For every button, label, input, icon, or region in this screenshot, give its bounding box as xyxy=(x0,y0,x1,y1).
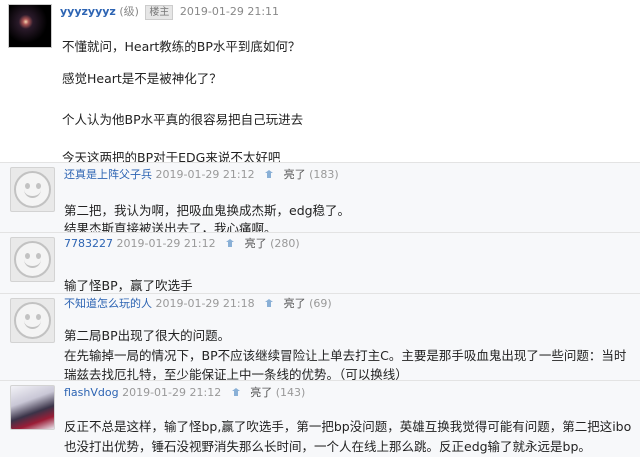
op-badge: 楼主 xyxy=(145,5,174,20)
avatar[interactable] xyxy=(10,298,55,343)
avatar[interactable] xyxy=(10,237,55,282)
reply-meta: 不知道怎么玩的人 2019-01-29 21:18 亮了 (69) xyxy=(64,295,332,311)
post-line: 不懂就问，Heart教练的BP水平到底如何？ xyxy=(62,39,301,54)
light-icon[interactable] xyxy=(225,238,235,248)
light-button[interactable]: 亮了 xyxy=(284,168,306,181)
post-timestamp: 2019-01-29 21:11 xyxy=(179,5,280,18)
reply-username[interactable]: flashVdog xyxy=(64,386,119,399)
reply-timestamp: 2019-01-29 21:12 xyxy=(122,386,222,399)
reply-timestamp: 2019-01-29 21:12 xyxy=(155,168,255,181)
avatar[interactable] xyxy=(10,167,55,212)
default-avatar-icon xyxy=(14,171,51,208)
default-avatar-icon xyxy=(14,241,51,278)
reply-line: 第二把，我认为啊，把吸血鬼换成杰斯，edg稳了。 xyxy=(64,203,351,218)
reply-timestamp: 2019-01-29 21:12 xyxy=(116,237,216,250)
light-button[interactable]: 亮了 xyxy=(284,297,306,310)
reply-line: 也没打出优势，锤石没视野消失那么长时间，一个人在线上那么跳。反正edg输了就永远… xyxy=(64,439,591,454)
post-meta: yyyzyyyz (级) 楼主 2019-01-29 21:11 xyxy=(60,3,279,20)
reply-item: flashVdog 2019-01-29 21:12 亮了 (143) 反正不总… xyxy=(0,381,640,457)
reply-item: 还真是上阵父子兵 2019-01-29 21:12 亮了 (183) 第二把，我… xyxy=(0,163,640,236)
avatar[interactable] xyxy=(8,4,52,48)
reply-meta: flashVdog 2019-01-29 21:12 亮了 (143) xyxy=(64,384,305,400)
reply-line: 在先输掉一局的情况下，BP不应该继续冒险让上单去打主C。主要是那手吸血鬼出现了一… xyxy=(64,348,627,363)
reply-meta: 还真是上阵父子兵 2019-01-29 21:12 亮了 (183) xyxy=(64,166,339,182)
light-count: (183) xyxy=(309,168,339,181)
reply-username[interactable]: 7783227 xyxy=(64,237,113,250)
reply-timestamp: 2019-01-29 21:18 xyxy=(155,297,255,310)
reply-username[interactable]: 还真是上阵父子兵 xyxy=(64,168,152,181)
default-avatar-icon xyxy=(14,302,51,339)
light-count: (69) xyxy=(309,297,332,310)
reply-username[interactable]: 不知道怎么玩的人 xyxy=(64,297,152,310)
light-icon[interactable] xyxy=(264,298,274,308)
light-count: (280) xyxy=(270,237,300,250)
reply-item: 7783227 2019-01-29 21:12 亮了 (280) 输了怪BP，… xyxy=(0,233,640,294)
light-icon[interactable] xyxy=(231,387,241,397)
post-line: 感觉Heart是不是被神化了？ xyxy=(62,71,222,86)
user-level: (级) xyxy=(119,5,139,18)
light-button[interactable]: 亮了 xyxy=(250,386,272,399)
light-count: (143) xyxy=(275,386,306,399)
reply-meta: 7783227 2019-01-29 21:12 亮了 (280) xyxy=(64,235,300,251)
avatar[interactable] xyxy=(10,385,55,430)
post-username[interactable]: yyyzyyyz xyxy=(60,5,116,18)
reply-item: 不知道怎么玩的人 2019-01-29 21:18 亮了 (69) 第二局BP出… xyxy=(0,294,640,382)
original-post: yyyzyyyz (级) 楼主 2019-01-29 21:11 不懂就问，He… xyxy=(0,0,640,165)
light-icon[interactable] xyxy=(264,169,274,179)
reply-line: 反正不总是这样，输了怪bp,赢了吹选手，第一把bp没问题，英雄互换我觉得可能有问… xyxy=(64,419,632,434)
reply-line: 输了怪BP，赢了吹选手 xyxy=(64,278,193,293)
post-line: 个人认为他BP水平真的很容易把自己玩进去 xyxy=(62,112,304,127)
light-button[interactable]: 亮了 xyxy=(245,237,267,250)
reply-line: 第二局BP出现了很大的问题。 xyxy=(64,328,231,343)
